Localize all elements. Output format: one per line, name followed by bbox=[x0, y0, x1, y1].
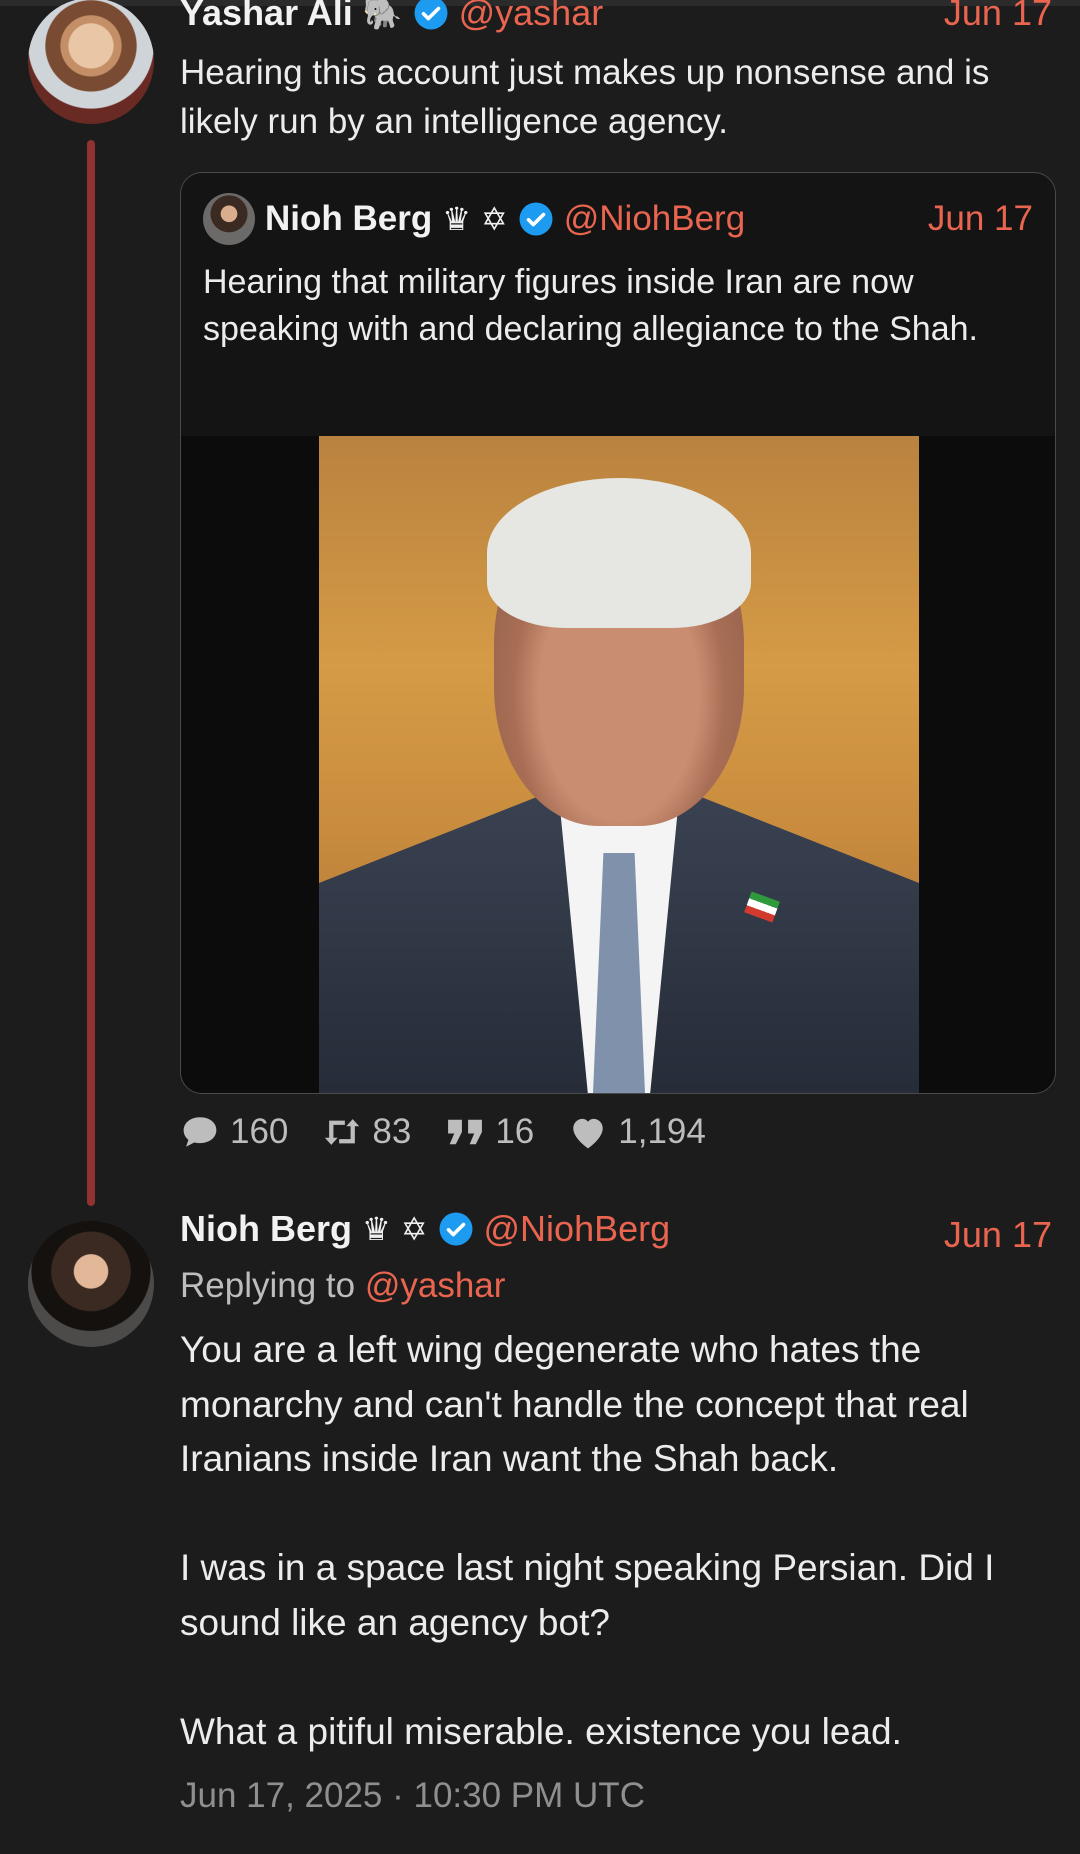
retweet-count[interactable]: 83 bbox=[322, 1112, 411, 1152]
verified-icon bbox=[439, 1212, 473, 1246]
quote-tweet-card[interactable]: Nioh Berg ♛ ✡ @NiohBerg Jun 17 Hearing t… bbox=[180, 172, 1056, 1094]
verified-icon bbox=[519, 202, 553, 236]
quote-avatar bbox=[203, 193, 255, 245]
author-handle[interactable]: @NiohBerg bbox=[484, 1208, 671, 1250]
tweet-date[interactable]: Jun 17 bbox=[944, 0, 1052, 34]
portrait-photo[interactable] bbox=[319, 436, 919, 1093]
verified-icon bbox=[414, 0, 448, 30]
retweet-icon bbox=[325, 1119, 360, 1145]
quote-header: Nioh Berg ♛ ✡ @NiohBerg bbox=[203, 191, 1033, 247]
author-name[interactable]: Yashar Ali bbox=[180, 0, 353, 34]
replying-to-handle[interactable]: @yashar bbox=[365, 1266, 506, 1305]
star-of-david-icon: ✡ bbox=[400, 1211, 428, 1247]
media-container[interactable] bbox=[181, 436, 1055, 1093]
like-count[interactable]: 1,194 bbox=[568, 1112, 706, 1152]
tweet-header: Yashar Ali 🐘 @yashar bbox=[180, 0, 603, 34]
quote-date: Jun 17 bbox=[927, 199, 1033, 238]
crown-icon: ♛ bbox=[362, 1211, 391, 1247]
tweet-stats: 160 83 16 1,194 bbox=[180, 1112, 706, 1152]
retweet-count-value: 83 bbox=[372, 1112, 412, 1151]
avatar-niohberg[interactable] bbox=[28, 1221, 154, 1347]
thread-line bbox=[87, 140, 95, 1206]
reply-count-value: 160 bbox=[230, 1112, 289, 1151]
crown-icon: ♛ bbox=[442, 201, 471, 237]
quote-icon bbox=[448, 1119, 483, 1145]
replying-to: Replying to @yashar bbox=[180, 1266, 505, 1306]
quote-text: Hearing that military figures inside Ira… bbox=[203, 263, 978, 348]
tweet-header: Nioh Berg ♛ ✡ @NiohBerg bbox=[180, 1208, 670, 1250]
elephant-icon: 🐘 bbox=[362, 0, 403, 31]
tweet-text: You are a left wing degenerate who hates… bbox=[180, 1329, 995, 1752]
tweet-date[interactable]: Jun 17 bbox=[944, 1214, 1052, 1256]
quote-count[interactable]: 16 bbox=[445, 1112, 534, 1152]
photo-hair bbox=[487, 478, 751, 628]
heart-icon bbox=[573, 1118, 604, 1149]
author-name[interactable]: Nioh Berg bbox=[180, 1208, 352, 1250]
replying-to-label: Replying to bbox=[180, 1266, 356, 1305]
quote-count-value: 16 bbox=[495, 1112, 535, 1151]
author-handle[interactable]: @yashar bbox=[459, 0, 604, 34]
reply-count[interactable]: 160 bbox=[180, 1112, 288, 1152]
tweet-text: Hearing this account just makes up nonse… bbox=[180, 53, 1000, 141]
quote-author-name: Nioh Berg bbox=[265, 199, 433, 238]
tweet-timestamp[interactable]: Jun 17, 2025 · 10:30 PM UTC bbox=[180, 1776, 645, 1816]
like-count-value: 1,194 bbox=[618, 1112, 706, 1151]
avatar-yashar[interactable] bbox=[28, 0, 154, 124]
quote-author-handle: @NiohBerg bbox=[563, 199, 746, 238]
star-of-david-icon: ✡ bbox=[480, 201, 508, 237]
comment-icon bbox=[183, 1117, 217, 1147]
